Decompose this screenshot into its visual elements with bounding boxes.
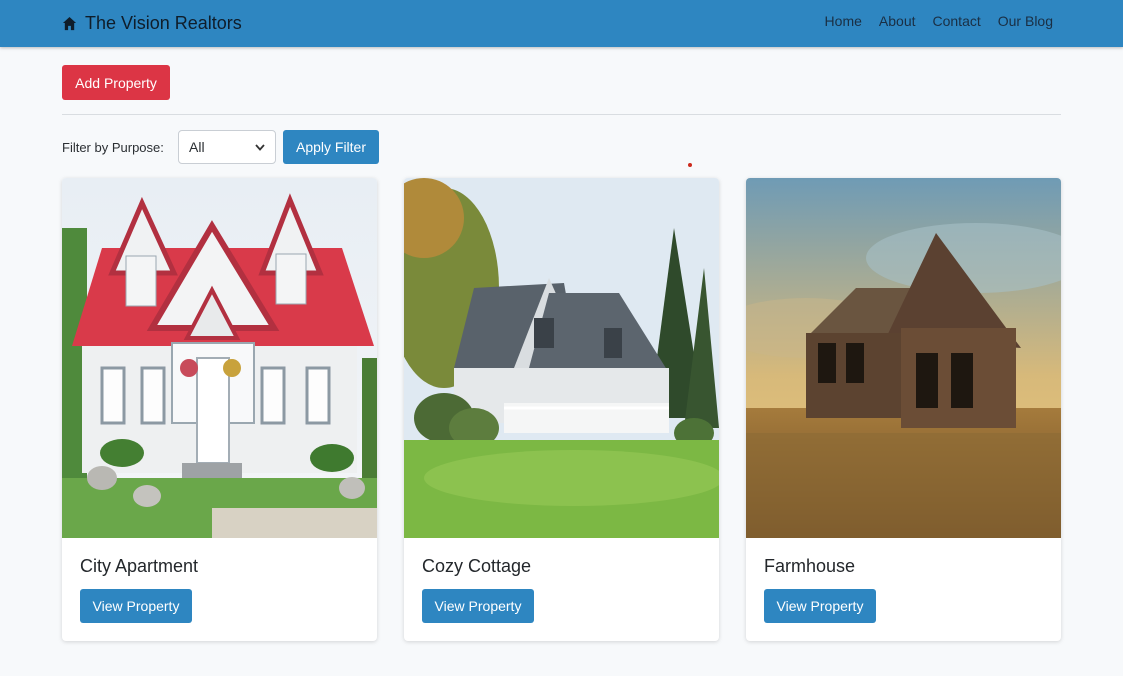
nav-link-home[interactable]: Home <box>825 13 862 29</box>
property-title: Farmhouse <box>764 556 856 576</box>
divider <box>62 114 1061 115</box>
view-property-button[interactable]: View Property <box>422 589 534 623</box>
nav-link-contact[interactable]: Contact <box>933 13 981 29</box>
top-navbar: The Vision Realtors Home About Contact O… <box>0 0 1123 47</box>
property-photo[interactable] <box>62 178 377 538</box>
property-title: City Apartment <box>80 556 199 576</box>
apply-filter-button[interactable]: Apply Filter <box>283 130 379 164</box>
nav-link-about[interactable]: About <box>879 13 916 29</box>
nav-link-our-blog[interactable]: Our Blog <box>998 13 1053 29</box>
property-photo[interactable] <box>746 178 1061 538</box>
property-title: Cozy Cottage <box>422 556 532 576</box>
chevron-down-icon <box>255 143 265 151</box>
add-property-button[interactable]: Add Property <box>62 65 170 100</box>
purpose-select-value: All <box>189 139 205 155</box>
property-card: Cozy Cottage View Property <box>404 178 719 641</box>
property-card: Farmhouse View Property <box>746 178 1061 641</box>
nav-links: Home About Contact Our Blog <box>825 13 1053 29</box>
property-photo[interactable] <box>404 178 719 538</box>
view-property-button[interactable]: View Property <box>764 589 876 623</box>
stray-dot <box>688 163 692 167</box>
property-card: City Apartment View Property <box>62 178 377 641</box>
brand[interactable]: The Vision Realtors <box>62 11 242 35</box>
filter-label: Filter by Purpose: <box>62 140 164 155</box>
purpose-select[interactable]: All <box>178 130 276 164</box>
brand-name: The Vision Realtors <box>85 12 242 33</box>
home-icon <box>62 16 77 30</box>
view-property-button[interactable]: View Property <box>80 589 192 623</box>
